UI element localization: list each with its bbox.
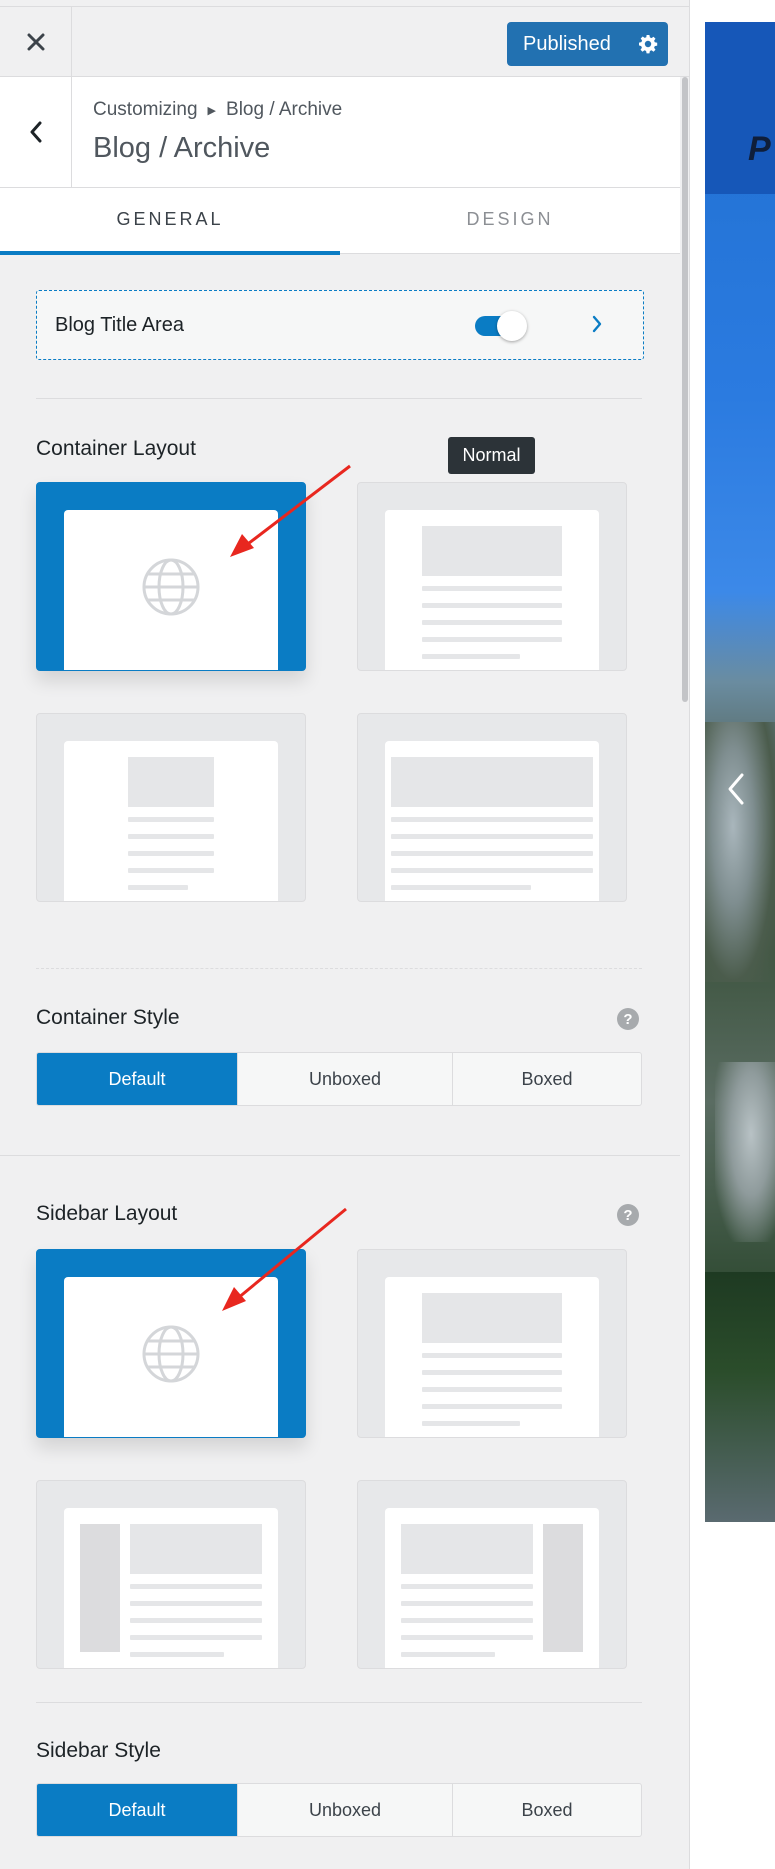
container-layout-label: Container Layout <box>36 437 196 460</box>
container-style-unboxed-button[interactable]: Unboxed <box>237 1053 452 1105</box>
globe-icon <box>142 558 200 616</box>
sidebar-layout-option-right-sidebar[interactable] <box>357 1480 627 1669</box>
container-layout-option-normal[interactable] <box>357 482 627 671</box>
scrollbar-thumb[interactable] <box>682 77 688 702</box>
publish-settings-button[interactable] <box>627 22 668 66</box>
sidebar-layout-label: Sidebar Layout <box>36 1202 178 1225</box>
globe-icon <box>142 1325 200 1383</box>
sidebar-layout-option-left-sidebar[interactable] <box>36 1480 306 1669</box>
container-layout-option-default[interactable] <box>36 482 306 671</box>
layout-preview-page <box>385 741 599 901</box>
page-title: Blog / Archive <box>93 132 271 164</box>
blog-title-area-control[interactable]: Blog Title Area <box>36 290 644 360</box>
sidebar-layout-option-no-sidebar[interactable] <box>357 1249 627 1438</box>
site-preview: P <box>705 22 775 1522</box>
layout-preview-page <box>64 1277 278 1437</box>
container-style-default-button[interactable]: Default <box>37 1053 237 1105</box>
divider <box>36 968 642 969</box>
breadcrumb: Customizing ▶ Blog / Archive <box>93 99 342 121</box>
preview-image-trees <box>705 1272 775 1522</box>
sidebar-style-selector: Default Unboxed Boxed <box>36 1783 642 1837</box>
help-icon[interactable]: ? <box>617 1008 639 1030</box>
layout-preview-page <box>385 1277 599 1437</box>
chevron-left-icon[interactable] <box>727 772 745 806</box>
layout-preview-page <box>385 1508 599 1668</box>
preview-image-rock <box>705 722 775 982</box>
gear-icon <box>638 35 657 54</box>
container-layout-option-narrow[interactable] <box>36 713 306 902</box>
published-button[interactable]: Published <box>507 22 627 66</box>
section-divider <box>0 1155 680 1156</box>
tab-bar: GENERAL DESIGN <box>0 188 680 255</box>
back-button[interactable] <box>0 77 72 187</box>
layout-tooltip: Normal <box>448 437 535 474</box>
section-header: Customizing ▶ Blog / Archive Blog / Arch… <box>0 77 680 188</box>
svg-text:?: ? <box>623 1207 632 1224</box>
sidebar-layout-option-default[interactable] <box>36 1249 306 1438</box>
publish-button-group: Published <box>507 22 668 66</box>
container-layout-option-full-width[interactable] <box>357 713 627 902</box>
toggle-knob <box>497 311 527 341</box>
svg-text:?: ? <box>623 1011 632 1028</box>
tab-general[interactable]: GENERAL <box>0 188 340 255</box>
breadcrumb-root: Customizing <box>93 99 198 120</box>
customizer-topbar: Published <box>0 6 689 77</box>
container-style-selector: Default Unboxed Boxed <box>36 1052 642 1106</box>
chevron-left-icon <box>30 121 41 143</box>
layout-preview-page <box>64 741 278 901</box>
sidebar-style-label: Sidebar Style <box>36 1739 161 1762</box>
panel-scrollbar[interactable] <box>680 77 689 1869</box>
divider <box>36 1702 642 1703</box>
breadcrumb-separator-icon: ▶ <box>207 104 217 117</box>
layout-preview-page <box>64 1508 278 1668</box>
chevron-right-icon[interactable] <box>591 313 603 335</box>
layout-preview-page <box>385 510 599 670</box>
divider <box>36 398 642 399</box>
sidebar-style-boxed-button[interactable]: Boxed <box>452 1784 641 1836</box>
close-button[interactable] <box>0 7 72 77</box>
help-icon[interactable]: ? <box>617 1204 639 1226</box>
preview-image-rock <box>715 1062 775 1242</box>
tab-design[interactable]: DESIGN <box>340 188 680 254</box>
container-style-boxed-button[interactable]: Boxed <box>452 1053 641 1105</box>
breadcrumb-current: Blog / Archive <box>226 99 343 120</box>
customizer-panel: Published Customizing ▶ Blog / Archive B… <box>0 0 690 1869</box>
sidebar-style-unboxed-button[interactable]: Unboxed <box>237 1784 452 1836</box>
blog-title-area-toggle[interactable] <box>475 311 527 341</box>
sidebar-style-default-button[interactable]: Default <box>37 1784 237 1836</box>
preview-logo: P <box>748 130 771 168</box>
container-style-label: Container Style <box>36 1006 180 1029</box>
close-icon <box>27 33 44 51</box>
blog-title-area-label: Blog Title Area <box>55 314 184 336</box>
layout-preview-page <box>64 510 278 670</box>
